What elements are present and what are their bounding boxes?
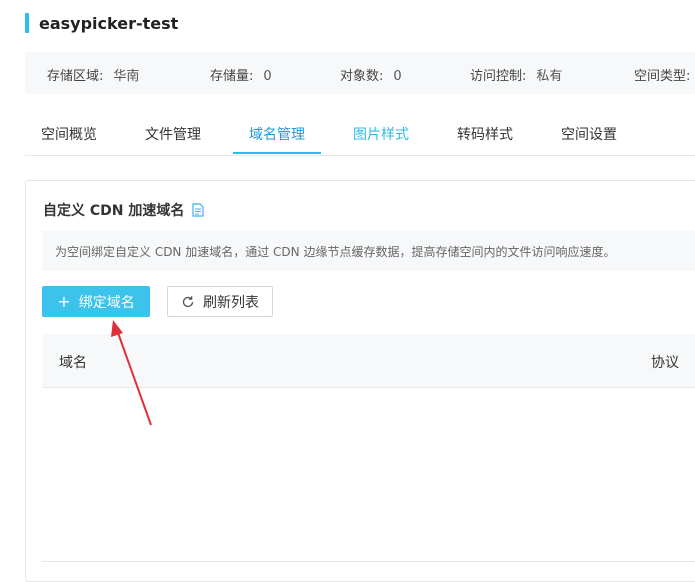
refresh-icon [181,295,195,309]
tab-domains[interactable]: 域名管理 [249,124,305,144]
stat-storage: 存储量: 0 [210,65,272,84]
tab-files[interactable]: 文件管理 [145,124,201,144]
title-accent-bar [25,13,29,33]
bucket-stats-bar: 存储区域: 华南 存储量: 0 对象数: 0 访问控制: 私有 空间类型: [25,52,695,94]
active-tab-indicator [233,152,321,154]
stat-type: 空间类型: [634,65,695,84]
stat-access-label: 访问控制: [470,69,527,84]
stat-region-value: 华南 [113,69,140,84]
refresh-list-label: 刷新列表 [203,294,259,311]
column-header-domain: 域名 [59,355,87,371]
tab-transcode-styles[interactable]: 转码样式 [457,124,513,144]
stat-objects-value: 0 [393,69,402,84]
tab-overview[interactable]: 空间概览 [41,124,97,144]
info-notice: 为空间绑定自定义 CDN 加速域名，通过 CDN 边缘节点缓存数据，提高存储空间… [42,231,695,271]
tab-image-styles[interactable]: 图片样式 [353,124,409,144]
stat-objects: 对象数: 0 [340,65,402,84]
stat-region-label: 存储区域: [47,69,104,84]
plus-icon: + [57,292,71,311]
column-header-protocol: 协议 [651,355,679,371]
tab-settings[interactable]: 空间设置 [561,124,617,144]
bucket-name: easypicker-test [39,13,179,33]
stat-storage-value: 0 [263,69,272,84]
table-body-empty [42,388,695,562]
table-header: 域名 协议 [42,334,695,388]
stat-storage-label: 存储量: [210,69,254,84]
bind-domain-button[interactable]: + 绑定域名 [42,286,150,317]
stat-access-value: 私有 [536,69,563,84]
stat-type-label: 空间类型: [634,69,691,84]
domain-panel: 自定义 CDN 加速域名 为空间绑定自定义 CDN 加速域名，通过 CDN 边缘… [25,180,695,582]
stat-region: 存储区域: 华南 [47,65,139,84]
bucket-tabs: 空间概览 文件管理 域名管理 图片样式 转码样式 空间设置 [25,114,695,156]
section-title: 自定义 CDN 加速域名 [43,200,204,220]
bind-domain-label: 绑定域名 [78,294,135,311]
bucket-header: easypicker-test [25,12,178,34]
section-title-text: 自定义 CDN 加速域名 [43,203,185,219]
refresh-list-button[interactable]: 刷新列表 [167,286,273,317]
stat-objects-label: 对象数: [340,69,384,84]
document-icon[interactable] [192,203,204,217]
stat-access: 访问控制: 私有 [470,65,562,84]
